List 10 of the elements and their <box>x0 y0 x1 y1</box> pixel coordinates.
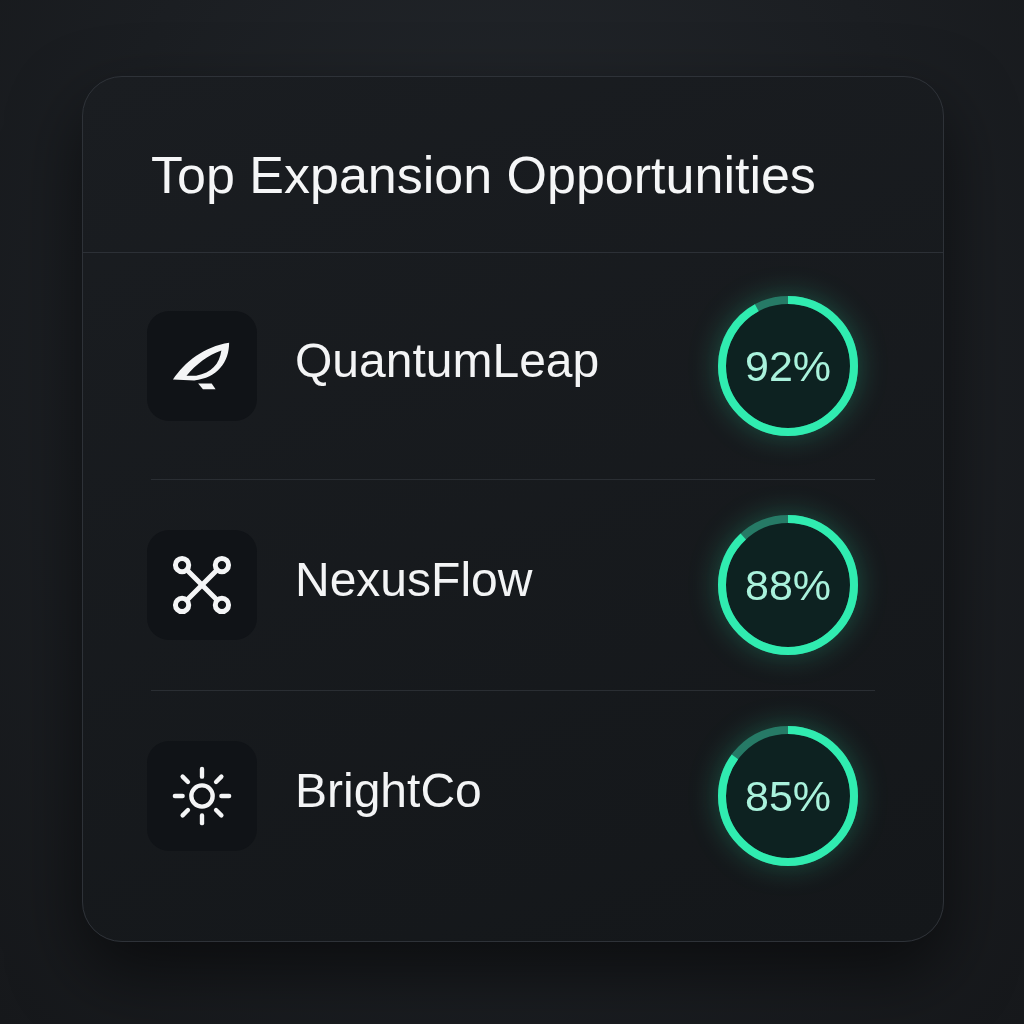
card-title: Top Expansion Opportunities <box>151 145 816 205</box>
company-logo-icon <box>147 311 257 421</box>
score-percent: 85% <box>744 771 832 821</box>
company-logo-icon <box>147 741 257 851</box>
company-name: NexusFlow <box>295 552 534 608</box>
company-name: QuantumLeap <box>295 333 601 389</box>
company-name: BrightCo <box>295 763 483 819</box>
company-logo-icon <box>147 530 257 640</box>
score-percent: 88% <box>744 560 832 610</box>
score-percent: 92% <box>744 341 832 391</box>
